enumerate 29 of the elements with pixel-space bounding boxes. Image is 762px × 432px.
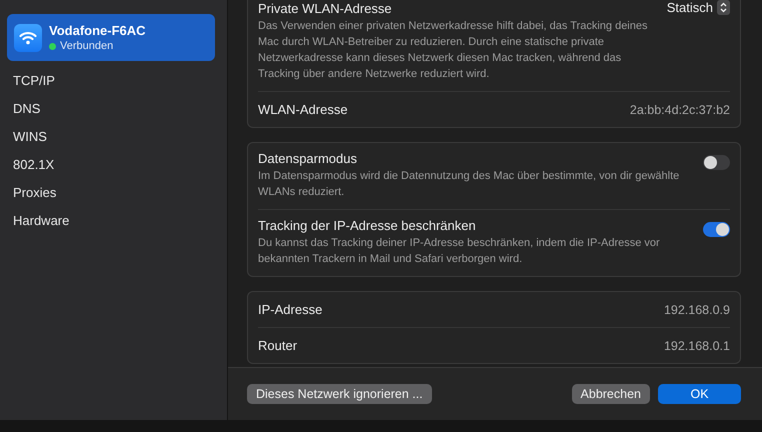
setting-description: Im Datensparmodus wird die Datennutzung des Mac über bestimmte, von dir gewählte WLANs reduziert. (258, 169, 680, 200)
sidebar-item[interactable]: Hardware (7, 207, 215, 235)
ignore-network-button[interactable]: Dieses Netzwerk ignorieren ... (247, 384, 432, 404)
row-value: 192.168.0.1 (664, 338, 730, 352)
sidebar-item[interactable]: 802.1X (7, 151, 215, 179)
row-value: 2a:bb:4d:2c:37:b2 (630, 102, 730, 116)
setting-title: Tracking der IP-Adresse beschränken (258, 218, 477, 233)
row-label: WLAN-Adresse (258, 102, 348, 117)
sidebar-item[interactable]: DNS (7, 95, 215, 123)
network-name: Vodafone-F6AC (49, 23, 146, 38)
setting-title: Datensparmodus (258, 151, 358, 166)
setting-title: Private WLAN-Adresse (258, 1, 393, 16)
cancel-button[interactable]: Abbrechen (572, 384, 650, 404)
setting-description: Du kannst das Tracking deiner IP-Adresse beschränken, indem die IP-Adresse vor bekannten Trackern in Mail und Safari verborgen wird. (258, 236, 661, 267)
row-value: 192.168.0.9 (664, 302, 730, 316)
sidebar-item[interactable]: TCP/IP (7, 67, 215, 95)
row-label: Router (258, 338, 298, 353)
popup-button[interactable]: Statisch (666, 0, 730, 15)
network-item[interactable]: Vodafone-F6AC Verbunden (7, 14, 215, 61)
sidebar-item[interactable]: WINS (7, 123, 215, 151)
chevron-icon (717, 0, 730, 15)
sidebar-item[interactable]: Proxies (7, 179, 215, 207)
ok-button[interactable]: OK (658, 384, 741, 404)
status-text: Verbunden (60, 40, 114, 52)
toggle-switch[interactable] (703, 155, 730, 170)
toggle-switch[interactable] (703, 222, 730, 237)
row-label: IP-Adresse (258, 302, 322, 317)
setting-description: Das Verwenden einer privaten Netzwerkadresse hilft dabei, das Tracking deines Mac durch WLAN-Betreiber zu reduzieren. Durch eine statische private Netzwerkadresse kann dieses Netzwerk diesen Mac tracken, während das Tracking über andere Netzwerke reduziert wird. (258, 19, 648, 82)
wifi-icon (14, 24, 42, 52)
